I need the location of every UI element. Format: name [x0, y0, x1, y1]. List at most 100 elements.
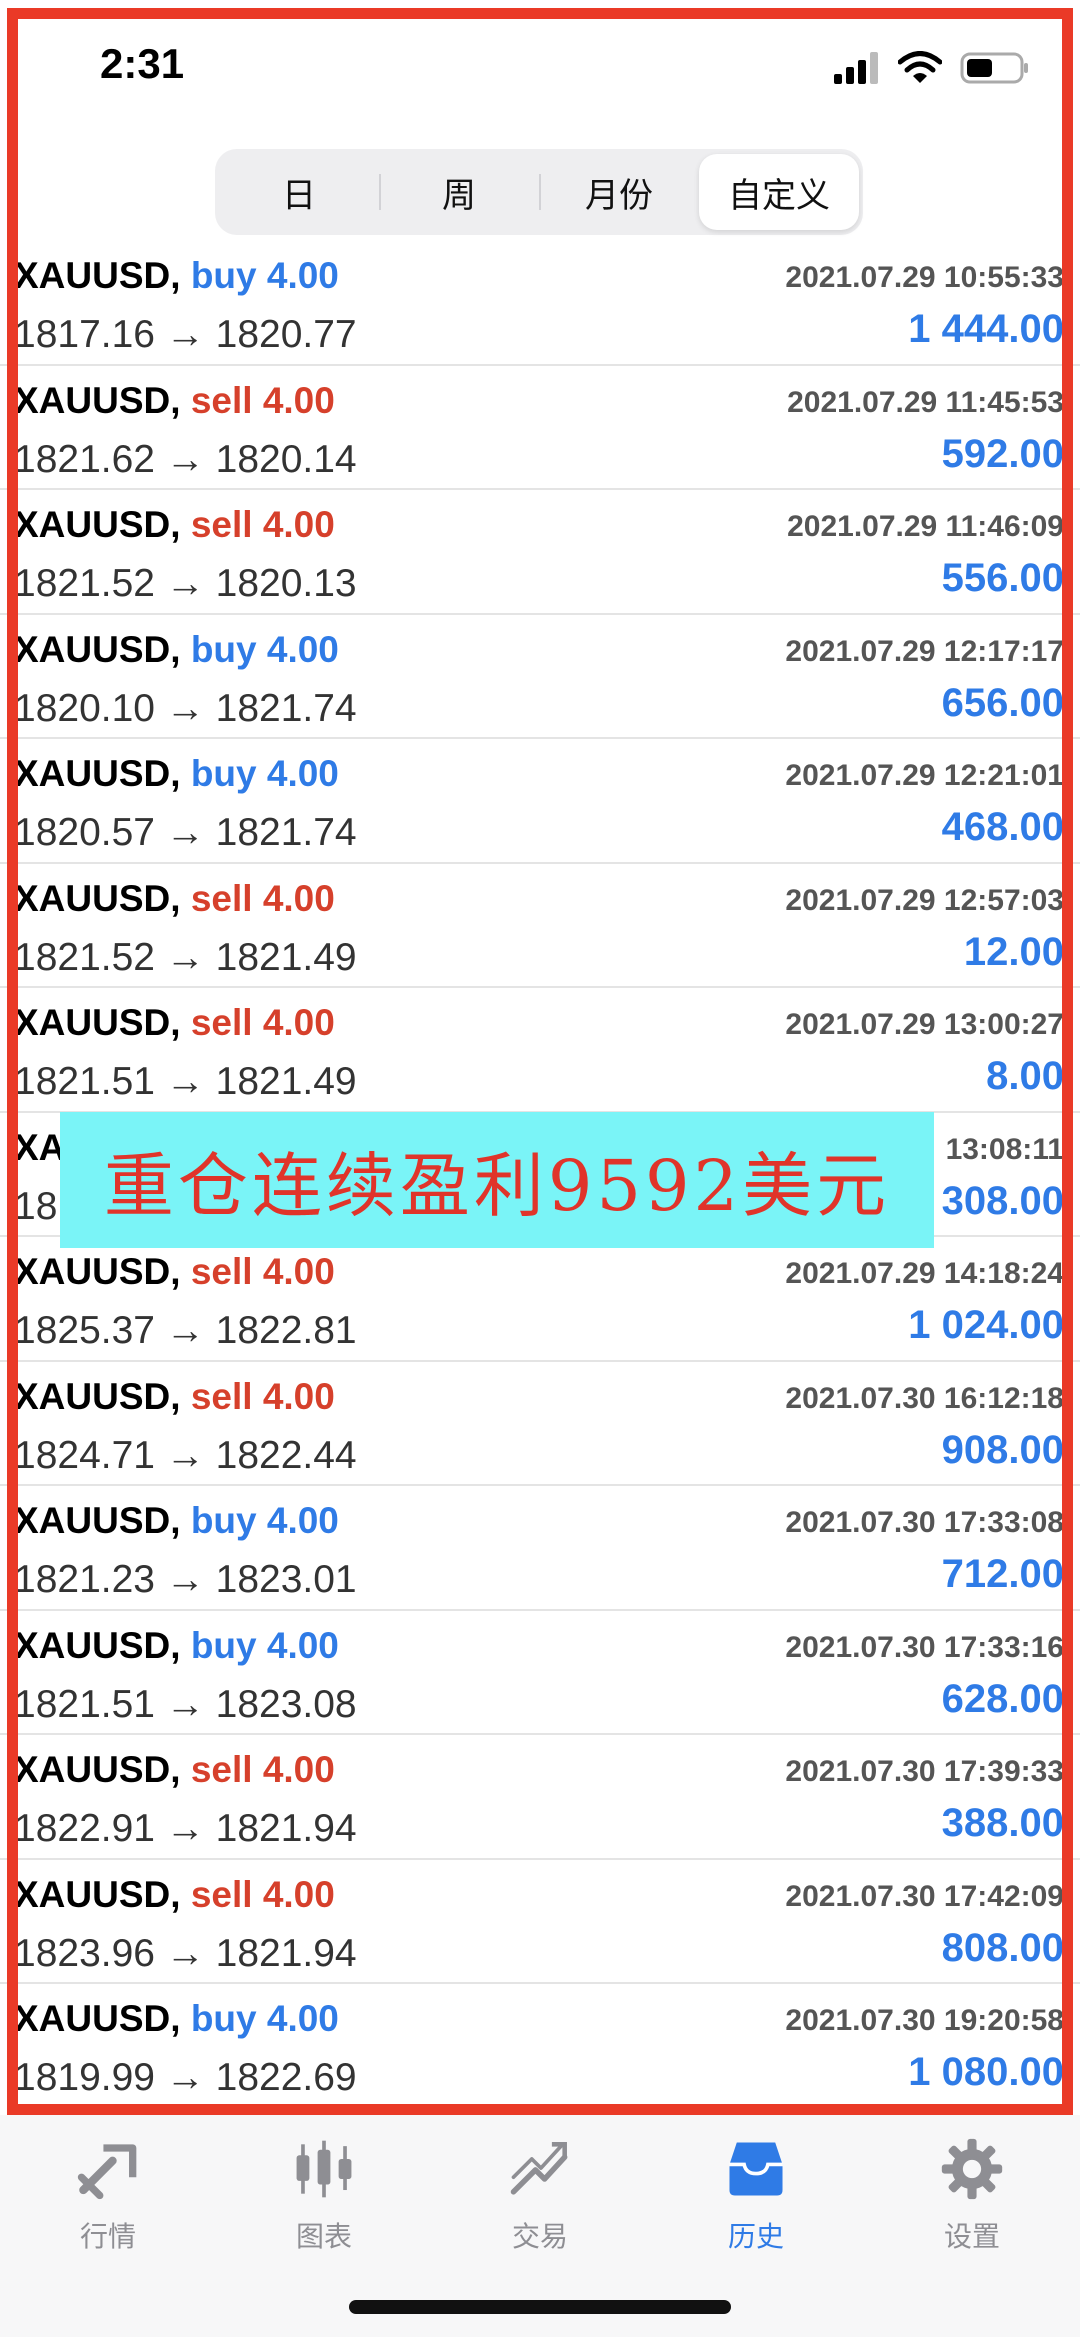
- trade-row[interactable]: XAUUSD, sell 4.00 1821.62 → 1820.14 2021.0…: [0, 366, 1080, 490]
- trade-row[interactable]: XAUUSD, sell 4.00 1821.52 → 1820.13 2021.0…: [0, 490, 1080, 615]
- tab-quotes[interactable]: 行情: [0, 2125, 216, 2255]
- trade-row[interactable]: XAUUSD, buy 4.00 1821.23 → 1823.01 2021.07…: [0, 1486, 1080, 1611]
- trade-side: sell: [190, 379, 253, 421]
- trade-prices: 1821.23 → 1823.01: [14, 1558, 357, 1601]
- trade-side: buy: [190, 1500, 257, 1541]
- trade-row[interactable]: XAUUSD, sell 4.00 1825.37 → 1822.81 2021.0…: [0, 1237, 1080, 1362]
- trade-time: 2021.07.30 16:12:18: [785, 1381, 1064, 1415]
- trade-time: 2021.07.29 13:00:27: [785, 1008, 1064, 1041]
- trade-profit: 1 080.00: [908, 2050, 1064, 2094]
- segment-day[interactable]: 日: [219, 154, 379, 230]
- trade-side: sell: [190, 1251, 253, 1292]
- wifi-icon: [898, 51, 942, 83]
- trade-symbol: XAUUSD: [14, 379, 171, 421]
- trade-volume: 4.00: [266, 1998, 339, 2039]
- trade-profit: 592.00: [941, 431, 1064, 476]
- trade-profit: 388.00: [941, 1801, 1064, 1845]
- trade-row[interactable]: XAUUSD, buy 4.00 1821.51 → 1823.08 2021.07…: [0, 1611, 1080, 1735]
- trade-title: XAUUSD, sell 4.00: [14, 1749, 335, 1791]
- trade-volume: 4.00: [266, 628, 339, 670]
- trade-prices: 1821.62 → 1820.14: [14, 437, 357, 481]
- trade-title: XAUUSD, buy 4.00: [14, 1500, 339, 1542]
- trade-row[interactable]: XAUUSD, buy 4.00 1820.57 → 1821.74 2021.07…: [0, 739, 1080, 864]
- trade-title-separator: ,: [170, 1749, 191, 1790]
- trade-prices: 1824.71 → 1822.44: [14, 1433, 357, 1477]
- trade-side: sell: [190, 504, 253, 545]
- trade-symbol: XAUUSD: [14, 1624, 171, 1666]
- trade-prices: 1822.91 → 1821.94: [14, 1807, 357, 1850]
- trade-title: XAUUSD, buy 4.00: [14, 255, 339, 297]
- trade-title: XAUUSD, buy 4.00: [14, 1998, 339, 2040]
- trade-symbol: XAUUSD: [14, 255, 171, 296]
- status-bar: 2:31: [0, 0, 1080, 130]
- trade-volume: 4.00: [262, 379, 335, 421]
- trade-row[interactable]: XAUUSD, buy 4.00 1817.16 → 1820.77 2021.07…: [0, 255, 1080, 366]
- trade-title-separator: ,: [170, 379, 191, 421]
- tab-trade[interactable]: 交易: [432, 2125, 648, 2255]
- trade-symbol: XA: [14, 1126, 66, 1168]
- trade-symbol: XAUUSD: [14, 1749, 171, 1790]
- period-selector-bar: 日 周 月份 自定义: [0, 130, 1080, 250]
- trade-side: buy: [190, 753, 257, 794]
- trade-time: 2021.07.29 14:18:24: [785, 1257, 1064, 1290]
- segment-custom[interactable]: 自定义: [699, 154, 859, 230]
- status-icons: [834, 48, 1030, 88]
- trade-time: 2021.07.30 19:20:58: [785, 2004, 1064, 2037]
- trade-row[interactable]: XAUUSD, buy 4.00 1819.99 → 1822.69 2021.07…: [0, 1984, 1080, 2105]
- trade-time: 2021.07.30 17:39:33: [785, 1755, 1064, 1788]
- trade-row[interactable]: XAUUSD, buy 4.00 1820.10 → 1821.74 2021.07…: [0, 615, 1080, 739]
- trade-profit: 468.00: [941, 805, 1064, 849]
- trade-title: XAUUSD, sell 4.00: [14, 1874, 335, 1916]
- trade-time: 2021.07.29 12:57:03: [785, 883, 1064, 917]
- promo-overlay-banner: 重仓连续盈利9592美元: [60, 1112, 934, 1248]
- trade-profit: 12.00: [963, 929, 1064, 974]
- trade-prices: 1823.96 → 1821.94: [14, 1931, 357, 1975]
- trade-volume: 4.00: [262, 504, 335, 545]
- trade-row[interactable]: XAUUSD, sell 4.00 1822.91 → 1821.94 2021.0…: [0, 1735, 1080, 1860]
- trade-symbol: XAUUSD: [14, 1873, 171, 1915]
- trade-title: XA: [14, 1127, 65, 1169]
- trade-prices: 1821.52 → 1821.49: [14, 935, 357, 979]
- tab-quotes-label: 行情: [79, 2221, 136, 2252]
- cellular-signal-icon: [834, 52, 878, 84]
- tab-charts-label: 图表: [295, 2221, 352, 2252]
- trade-time: 2021.07.29 12:17:17: [785, 634, 1064, 668]
- chart-candles-icon: [296, 2140, 352, 2198]
- trade-row[interactable]: XAUUSD, sell 4.00 1823.96 → 1821.94 2021.0…: [0, 1860, 1080, 1984]
- trade-prices: 1820.57 → 1821.74: [14, 811, 357, 854]
- tab-history-label: 历史: [727, 2221, 784, 2252]
- tab-settings[interactable]: 设置: [864, 2125, 1080, 2255]
- trade-symbol: XAUUSD: [14, 1375, 171, 1417]
- status-time: 2:31: [100, 40, 185, 87]
- trade-symbol: XAUUSD: [14, 628, 171, 670]
- trade-symbol: XAUUSD: [14, 753, 171, 794]
- trade-time: 2021.07.29 11:45:53: [787, 385, 1064, 419]
- trade-prices: 1821.52 → 1820.13: [14, 562, 357, 605]
- tab-history[interactable]: 历史: [648, 2125, 864, 2255]
- trade-prices: 1819.99 → 1822.69: [14, 2056, 357, 2099]
- trade-row[interactable]: XAUUSD, sell 4.00 1821.52 → 1821.49 2021.0…: [0, 864, 1080, 988]
- quotes-icon: [77, 2144, 137, 2200]
- trade-row[interactable]: XAUUSD, sell 4.00 1824.71 → 1822.44 2021.0…: [0, 1362, 1080, 1486]
- segment-week[interactable]: 周: [379, 154, 539, 230]
- segment-month[interactable]: 月份: [539, 154, 699, 230]
- promo-overlay-text: 重仓连续盈利9592美元: [103, 1144, 891, 1227]
- trade-row[interactable]: XAUUSD, sell 4.00 1821.51 → 1821.49 2021.0…: [0, 988, 1080, 1113]
- history-inbox-icon: [729, 2142, 783, 2196]
- trade-title: XAUUSD, sell 4.00: [14, 1376, 335, 1418]
- trade-time: 2021.07.30 17:42:09: [785, 1879, 1064, 1913]
- trade-volume: 4.00: [262, 1002, 335, 1043]
- trade-prices: 1821.51 → 1821.49: [14, 1060, 357, 1103]
- tab-charts[interactable]: 图表: [216, 2125, 432, 2255]
- gear-icon: [941, 2138, 1003, 2200]
- trade-side: buy: [190, 1624, 257, 1666]
- trade-profit: 808.00: [941, 1925, 1064, 1970]
- tab-trade-label: 交易: [511, 2221, 568, 2252]
- trade-title: XAUUSD, sell 4.00: [14, 504, 335, 546]
- trade-side: sell: [190, 877, 253, 919]
- trade-time: 13:08:11: [945, 1132, 1064, 1166]
- trade-side: sell: [190, 1873, 253, 1915]
- trade-side: sell: [190, 1375, 253, 1417]
- trade-prices: 1820.10 → 1821.74: [14, 686, 357, 730]
- trade-title: XAUUSD, sell 4.00: [14, 380, 335, 422]
